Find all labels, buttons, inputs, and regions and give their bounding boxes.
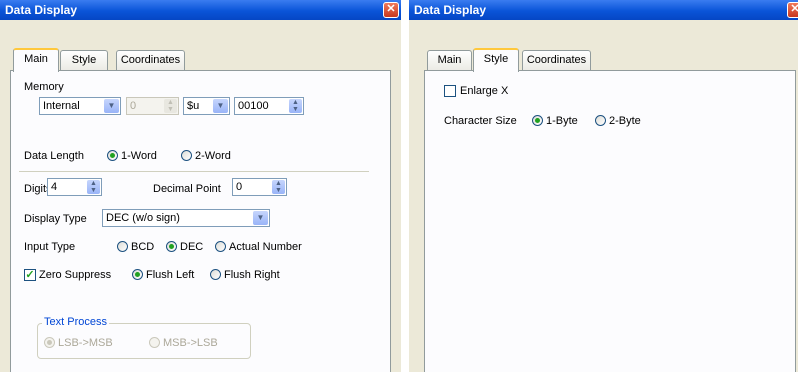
tab-main[interactable]: Main	[427, 50, 472, 70]
memory-label: Memory	[24, 81, 64, 93]
flush-left-label[interactable]: Flush Left	[146, 269, 194, 281]
tab-coordinates[interactable]: Coordinates	[522, 50, 591, 70]
enlarge-x-label[interactable]: Enlarge X	[460, 85, 508, 97]
tab-coordinates[interactable]: Coordinates	[116, 50, 185, 70]
input-type-bcd-radio[interactable]	[117, 241, 128, 252]
chevron-down-icon[interactable]: ▼	[213, 99, 228, 113]
display-type-label: Display Type	[24, 213, 87, 225]
chevron-down-icon[interactable]: ▼	[104, 99, 119, 113]
memory-type-select[interactable]: $u ▼	[183, 97, 230, 115]
data-display-dialog-style: Data Display ✕ Main Style Coordinates En…	[409, 0, 798, 372]
flush-right-label[interactable]: Flush Right	[224, 269, 280, 281]
tab-style[interactable]: Style	[473, 48, 519, 72]
spin-arrows-icon[interactable]: ▲ ▼	[87, 180, 100, 194]
zero-suppress-label[interactable]: Zero Suppress	[39, 269, 111, 281]
decimal-point-stepper[interactable]: 0 ▲ ▼	[232, 178, 287, 196]
text-process-legend: Text Process	[42, 316, 109, 328]
character-size-2byte-label[interactable]: 2-Byte	[609, 115, 641, 127]
input-type-actual-number-radio[interactable]	[215, 241, 226, 252]
lsb-msb-label[interactable]: LSB->MSB	[58, 337, 113, 349]
tab-style[interactable]: Style	[60, 50, 108, 70]
zero-suppress-checkbox[interactable]: ✓	[24, 269, 36, 281]
input-type-dec-radio[interactable]	[166, 241, 177, 252]
msb-lsb-label[interactable]: MSB->LSB	[163, 337, 218, 349]
flush-right-radio[interactable]	[210, 269, 221, 280]
window-title: Data Display	[414, 3, 487, 17]
spin-arrows-icon[interactable]: ▲ ▼	[164, 99, 177, 113]
chevron-down-icon[interactable]: ▼	[253, 211, 268, 225]
character-size-2byte-radio[interactable]	[595, 115, 606, 126]
data-length-1word-radio[interactable]	[107, 150, 118, 161]
input-type-actual-number-label[interactable]: Actual Number	[229, 241, 302, 253]
window-title: Data Display	[5, 3, 78, 17]
memory-address-stepper[interactable]: 00100 ▲ ▼	[234, 97, 304, 115]
flush-left-radio[interactable]	[132, 269, 143, 280]
tab-main[interactable]: Main	[13, 48, 59, 72]
memory-device-select[interactable]: Internal ▼	[39, 97, 121, 115]
style-tab-panel: Enlarge X Character Size 1-Byte 2-Byte	[424, 70, 796, 372]
data-length-2word-radio[interactable]	[181, 150, 192, 161]
input-type-bcd-label[interactable]: BCD	[131, 241, 154, 253]
character-size-1byte-radio[interactable]	[532, 115, 543, 126]
data-length-label: Data Length	[24, 150, 84, 162]
input-type-dec-label[interactable]: DEC	[180, 241, 203, 253]
decimal-point-label: Decimal Point	[153, 183, 221, 195]
character-size-1byte-label[interactable]: 1-Byte	[546, 115, 578, 127]
data-length-1word-label[interactable]: 1-Word	[121, 150, 157, 162]
data-length-2word-label[interactable]: 2-Word	[195, 150, 231, 162]
input-type-label: Input Type	[24, 241, 76, 253]
close-icon[interactable]: ✕	[787, 2, 798, 18]
spin-arrows-icon[interactable]: ▲ ▼	[272, 180, 285, 194]
title-bar[interactable]: Data Display ✕	[0, 0, 401, 20]
close-icon[interactable]: ✕	[383, 2, 399, 18]
separator	[19, 171, 369, 172]
character-size-label: Character Size	[444, 115, 517, 127]
spin-arrows-icon[interactable]: ▲ ▼	[289, 99, 302, 113]
title-bar[interactable]: Data Display ✕	[409, 0, 798, 20]
memory-device-number-stepper[interactable]: 0 ▲ ▼	[126, 97, 179, 115]
data-display-dialog-main: Data Display ✕ Main Style Coordinates Me…	[0, 0, 401, 372]
msb-lsb-radio[interactable]	[149, 337, 160, 348]
digits-stepper[interactable]: 4 ▲ ▼	[47, 178, 102, 196]
lsb-msb-radio[interactable]	[44, 337, 55, 348]
main-tab-panel: Memory Internal ▼ 0 ▲ ▼ $u ▼ 00100 ▲ ▼ Dat…	[10, 70, 391, 372]
display-type-select[interactable]: DEC (w/o sign) ▼	[102, 209, 270, 227]
enlarge-x-checkbox[interactable]	[444, 85, 456, 97]
